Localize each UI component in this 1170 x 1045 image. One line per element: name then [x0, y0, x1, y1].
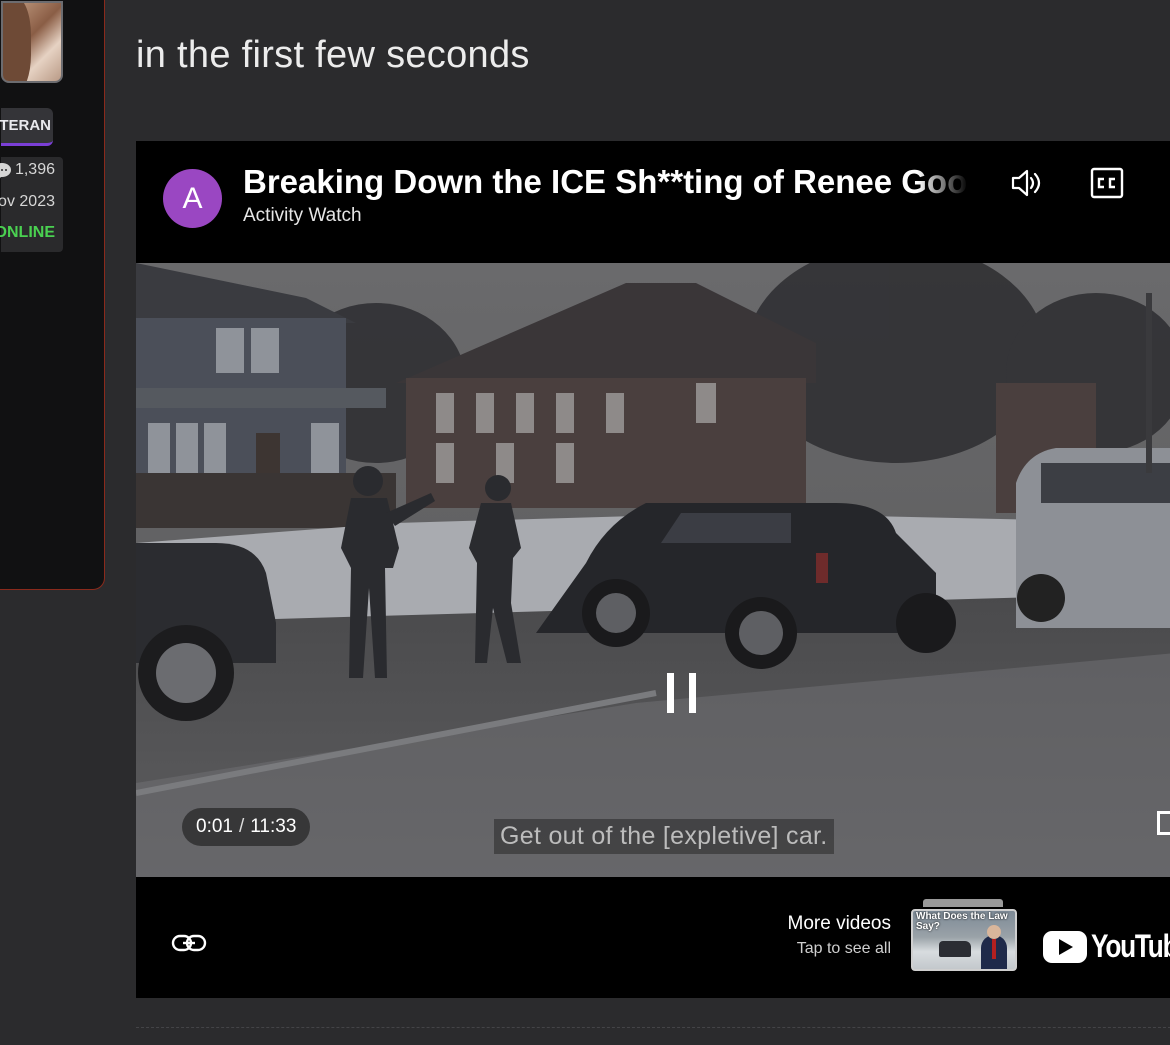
closed-captions-icon[interactable] [1089, 165, 1125, 201]
youtube-logo-text: YouTube [1091, 928, 1170, 964]
fullscreen-icon[interactable] [1157, 811, 1170, 835]
embed-footer: More videos Tap to see all What Does the… [136, 877, 1170, 998]
chat-bubble-icon [0, 163, 11, 180]
link-icon[interactable] [171, 933, 207, 953]
message-count: 1,396 [0, 161, 55, 180]
message-count-value: 1,396 [14, 161, 55, 178]
time-display: 0:01 / 11:33 [182, 808, 311, 846]
embed-header: A Breaking Down the ICE Sh**ting of Rene… [136, 141, 1170, 263]
duration: 11:33 [250, 816, 297, 837]
avatar[interactable] [1, 1, 63, 83]
pause-icon[interactable] [666, 673, 698, 713]
video-still [136, 263, 1170, 877]
youtube-play-icon [1043, 930, 1087, 963]
volume-icon[interactable] [1008, 165, 1044, 201]
more-videos-button[interactable]: More videos Tap to see all [788, 913, 892, 958]
rank-badge: TERAN [0, 108, 53, 146]
youtube-logo[interactable]: YouTube [1043, 928, 1170, 965]
join-date: lov 2023 [0, 193, 55, 210]
video-frame[interactable]: 0:01 / 11:33 Get out of the [expletive] … [136, 263, 1170, 877]
time-separator: / [238, 816, 245, 837]
more-videos-sub: Tap to see all [796, 940, 891, 957]
post-text: in the first few seconds [136, 34, 530, 76]
post-divider [136, 1027, 1170, 1028]
more-videos-label: More videos [787, 913, 892, 934]
channel-name[interactable]: Activity Watch [243, 205, 362, 227]
video-title[interactable]: Breaking Down the ICE Sh**ting of Renee … [243, 163, 968, 201]
user-card: TERAN 1,396 lov 2023 ONLINE [0, 0, 105, 590]
youtube-embed[interactable]: A Breaking Down the ICE Sh**ting of Rene… [136, 141, 1170, 998]
online-status: ONLINE [0, 224, 55, 241]
user-stats: 1,396 lov 2023 ONLINE [0, 157, 63, 252]
more-videos-thumbnail[interactable]: What Does the Law Say? [911, 899, 1017, 971]
current-time: 0:01 [196, 816, 233, 837]
channel-avatar[interactable]: A [163, 169, 222, 228]
caption-text: Get out of the [expletive] car. [494, 819, 834, 854]
